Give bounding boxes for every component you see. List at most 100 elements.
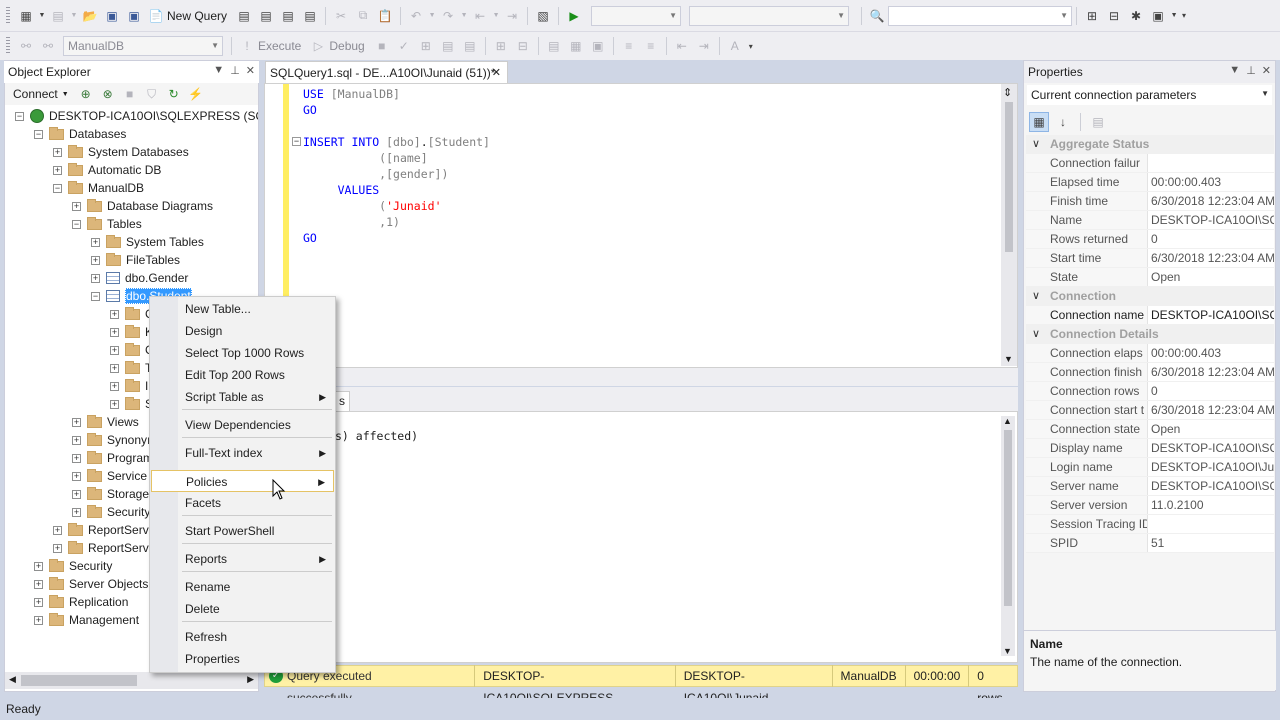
expand-icon[interactable]: + [91, 273, 100, 283]
property-row[interactable]: Server version 11.0.2100 [1026, 496, 1274, 515]
alphabetical-icon[interactable]: ↓ [1053, 112, 1073, 132]
expand-icon[interactable]: + [72, 417, 81, 427]
tree-node[interactable]: − Tables [72, 215, 142, 233]
open-file-icon[interactable]: 📂 [80, 6, 100, 26]
expand-icon[interactable]: + [72, 471, 81, 481]
refresh-icon[interactable]: ↻ [164, 84, 184, 104]
property-row[interactable]: Connection failur [1026, 154, 1274, 173]
tree-node[interactable]: + Server Objects [34, 575, 148, 593]
tree-node[interactable]: + FileTables [91, 251, 180, 269]
disconnect-icon[interactable]: ⊗ [98, 84, 118, 104]
toolbar-grip[interactable] [6, 6, 10, 25]
menu-item-rename[interactable]: Rename [151, 576, 334, 598]
connect-button[interactable]: Connect [5, 87, 62, 101]
new-project-icon[interactable]: ▦ [16, 6, 36, 26]
expand-icon[interactable]: + [72, 453, 81, 463]
navigate-forward-icon[interactable]: ⇥ [502, 6, 522, 26]
close-icon[interactable]: ✕ [246, 64, 255, 77]
property-row[interactable]: Connection rows 0 [1026, 382, 1274, 401]
dropdown-icon[interactable]: ▼ [1170, 6, 1178, 26]
paste-icon[interactable]: 📋 [375, 6, 395, 26]
customize-toolbar-icon[interactable]: ▾ [1180, 6, 1188, 26]
new-query-button[interactable]: New Query [167, 9, 227, 23]
property-pages-icon[interactable]: ▤ [1088, 112, 1108, 132]
dropdown-icon[interactable]: ▼ [460, 6, 468, 26]
change-connection-icon[interactable]: ⚯ [38, 36, 58, 56]
execute-icon[interactable]: ! [237, 36, 257, 56]
add-item-icon[interactable]: ▤ [48, 6, 68, 26]
property-row[interactable]: State Open [1026, 268, 1274, 287]
tree-node[interactable]: − DESKTOP-ICA10OI\SQLEXPRESS (SQL S [15, 107, 258, 125]
tree-node[interactable]: + dbo.Gender [91, 269, 188, 287]
expand-icon[interactable]: + [53, 543, 62, 553]
query-mdx-icon[interactable]: ▤ [256, 6, 276, 26]
find-in-files-icon[interactable]: 🔍 [867, 6, 887, 26]
property-row[interactable]: Login name DESKTOP-ICA10OI\Juna [1026, 458, 1274, 477]
collapse-icon[interactable]: − [53, 183, 62, 193]
property-row[interactable]: Session Tracing ID [1026, 515, 1274, 534]
tree-node[interactable]: + Security [34, 557, 112, 575]
property-row[interactable]: Connection finish 6/30/2018 12:23:04 AM [1026, 363, 1274, 382]
tree-node[interactable]: + I [110, 377, 148, 395]
menu-item-design[interactable]: Design [151, 320, 334, 342]
registered-servers-icon[interactable]: ⊟ [1104, 6, 1124, 26]
menu-item-edit-top-200-rows[interactable]: Edit Top 200 Rows [151, 364, 334, 386]
property-row[interactable]: Connection start t 6/30/2018 12:23:04 AM [1026, 401, 1274, 420]
editor-vertical-scrollbar[interactable]: ⇕ ▼ [1001, 84, 1017, 366]
expand-icon[interactable]: + [34, 615, 43, 625]
uncomment-icon[interactable]: ≡ [641, 36, 661, 56]
properties-window-icon[interactable]: ✱ [1126, 6, 1146, 26]
solution-platform-combo[interactable]: ▼ [689, 5, 850, 26]
tree-node[interactable]: + Automatic DB [53, 161, 161, 179]
results-file-icon[interactable]: ▣ [588, 36, 608, 56]
menu-item-policies[interactable]: Policies ▶ [151, 470, 334, 492]
filter-icon[interactable]: ⛉ [142, 84, 162, 104]
collapse-icon[interactable]: − [15, 111, 24, 121]
specify-values-icon[interactable]: A [725, 36, 745, 56]
connect-object-icon[interactable]: ⊕ [76, 84, 96, 104]
collapse-icon[interactable]: − [91, 291, 100, 301]
query-db-icon[interactable]: ▤ [234, 6, 254, 26]
messages-tab[interactable]: s [334, 391, 350, 411]
stop-icon[interactable]: ■ [372, 36, 392, 56]
customize-toolbar-icon[interactable]: ▾ [747, 36, 755, 56]
menu-item-new-table[interactable]: New Table... [151, 298, 334, 320]
expand-icon[interactable]: + [72, 201, 81, 211]
save-all-icon[interactable]: ▣ [124, 6, 144, 26]
tree-node[interactable]: +C [110, 341, 154, 359]
categorized-icon[interactable]: ▦ [1029, 112, 1049, 132]
query-xmla-icon[interactable]: ▤ [300, 6, 320, 26]
expand-icon[interactable]: + [110, 399, 119, 409]
tree-node[interactable]: + Replication [34, 593, 128, 611]
pin-icon[interactable]: ⊥ [1246, 64, 1256, 77]
tree-node[interactable]: + System Tables [91, 233, 204, 251]
tree-node[interactable]: + ReportServe [53, 521, 155, 539]
connect-icon[interactable]: ⚯ [16, 36, 36, 56]
navigate-back-icon[interactable]: ⇤ [470, 6, 490, 26]
editor-horizontal-scrollbar[interactable] [264, 368, 1018, 386]
property-row[interactable]: Connection elaps 00:00:00.403 [1026, 344, 1274, 363]
parse-icon[interactable]: ✓ [394, 36, 414, 56]
property-row[interactable]: Rows returned 0 [1026, 230, 1274, 249]
stop-icon[interactable]: ■ [120, 84, 140, 104]
tree-node[interactable]: + Security [72, 503, 150, 521]
tree-node[interactable]: − ManualDB [53, 179, 144, 197]
redo-icon[interactable]: ↷ [438, 6, 458, 26]
display-plan-icon[interactable]: ⊞ [416, 36, 436, 56]
cut-icon[interactable]: ✂ [331, 6, 351, 26]
expand-icon[interactable]: + [53, 165, 62, 175]
tree-node[interactable]: + Program [72, 449, 153, 467]
menu-item-reports[interactable]: Reports ▶ [151, 548, 334, 570]
debug-icon[interactable]: ▷ [308, 36, 328, 56]
debug-button[interactable]: Debug [329, 39, 364, 53]
execute-button[interactable]: Execute [258, 39, 301, 53]
expand-icon[interactable]: + [72, 507, 81, 517]
available-databases-combo[interactable]: ManualDB ▼ [63, 36, 223, 56]
results-scrollbar[interactable]: ▲ ▼ [1001, 416, 1015, 656]
expand-icon[interactable]: + [110, 381, 119, 391]
tree-node[interactable]: + Views [72, 413, 139, 431]
expand-icon[interactable]: + [110, 309, 119, 319]
menu-item-refresh[interactable]: Refresh [151, 626, 334, 648]
property-row[interactable]: SPID 51 [1026, 534, 1274, 553]
results-grid-icon[interactable]: ▦ [566, 36, 586, 56]
